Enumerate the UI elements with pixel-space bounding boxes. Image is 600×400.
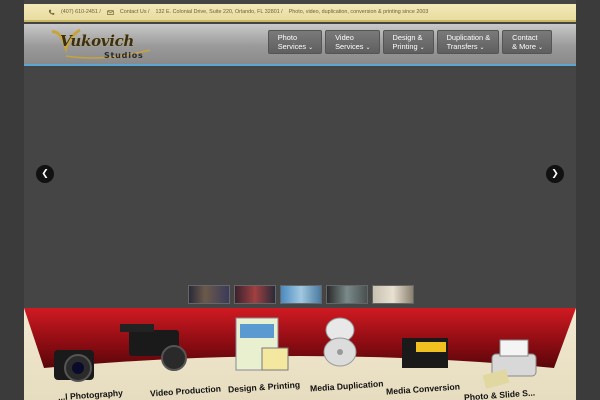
tagline-text: Photo, video, duplication, conversion & … bbox=[288, 9, 429, 15]
camera-icon bbox=[54, 350, 94, 382]
mail-icon bbox=[107, 9, 114, 16]
slider-next-button[interactable]: ❯ bbox=[546, 165, 564, 183]
chevron-down-icon: ⌄ bbox=[537, 44, 543, 51]
logo-subtitle: Studios bbox=[104, 51, 144, 60]
nav-label-line2: & More bbox=[512, 41, 536, 51]
slider-thumbnail[interactable] bbox=[372, 285, 414, 304]
nav-photo-services[interactable]: Photo Services ⌄ bbox=[267, 30, 323, 54]
slider-thumbnails bbox=[188, 285, 414, 304]
nav-label-line2: Printing bbox=[392, 41, 418, 51]
image-slider[interactable]: ❮ ❯ bbox=[24, 68, 576, 308]
phone-icon bbox=[48, 9, 55, 16]
top-info-bar: (407) 610-2451 / Contact Us / 132 E. Col… bbox=[24, 4, 576, 22]
slider-prev-button[interactable]: ❮ bbox=[36, 165, 54, 183]
services-banner[interactable]: ...l Photography Video Production Design… bbox=[24, 308, 576, 400]
chevron-down-icon: ⌄ bbox=[419, 44, 425, 51]
site-header: Vukovich Studios Photo Services ⌄ Video S… bbox=[24, 24, 576, 66]
nav-duplication-transfers[interactable]: Duplication & Transfers ⌄ bbox=[436, 30, 500, 54]
contact-link[interactable]: Contact Us / bbox=[120, 9, 150, 15]
site-logo[interactable]: Vukovich Studios bbox=[46, 26, 156, 64]
slider-thumbnail[interactable] bbox=[234, 285, 276, 304]
nav-label-line2: Services bbox=[335, 41, 364, 51]
tape-icon bbox=[402, 338, 448, 368]
nav-label-line2: Services bbox=[277, 41, 307, 51]
nav-contact-more[interactable]: Contact & More ⌄ bbox=[502, 30, 552, 54]
nav-label-line2: Transfers bbox=[446, 41, 478, 51]
chevron-left-icon: ❮ bbox=[41, 169, 49, 179]
slider-thumbnail[interactable] bbox=[326, 285, 368, 304]
slider-thumbnail[interactable] bbox=[280, 285, 322, 304]
chevron-down-icon: ⌄ bbox=[479, 44, 485, 51]
disc-icon bbox=[323, 317, 357, 367]
video-camera-icon bbox=[120, 324, 187, 371]
address-text: 132 E. Colonial Drive, Suite 220, Orland… bbox=[155, 9, 283, 15]
page-frame: (407) 610-2451 / Contact Us / 132 E. Col… bbox=[24, 0, 576, 400]
chevron-down-icon: ⌄ bbox=[365, 44, 371, 51]
phone-link[interactable]: (407) 610-2451 / bbox=[61, 9, 101, 15]
slider-thumbnail[interactable] bbox=[188, 285, 230, 304]
nav-design-printing[interactable]: Design & Printing ⌄ bbox=[382, 30, 434, 54]
nav-video-services[interactable]: Video Services ⌄ bbox=[325, 30, 380, 54]
logo-wordmark: Vukovich bbox=[60, 32, 135, 50]
chevron-right-icon: ❯ bbox=[551, 169, 559, 179]
chevron-down-icon: ⌄ bbox=[308, 44, 314, 51]
main-nav: Photo Services ⌄ Video Services ⌄ Design &… bbox=[267, 30, 552, 54]
